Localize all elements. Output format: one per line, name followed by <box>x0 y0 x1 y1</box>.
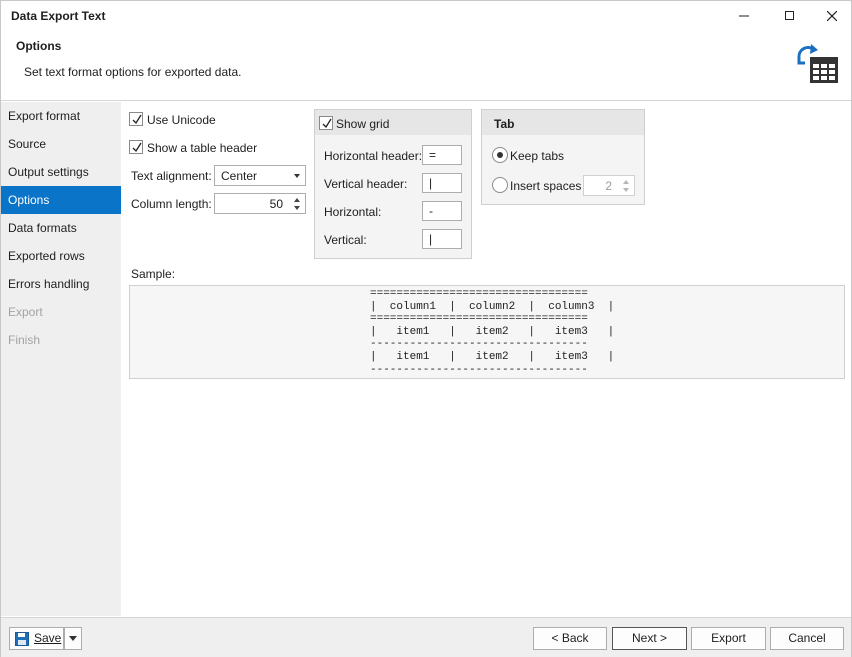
show-grid-checkbox[interactable] <box>319 116 333 130</box>
checkmark-icon <box>132 114 142 125</box>
minimize-icon <box>739 15 749 17</box>
use-unicode-checkbox[interactable] <box>129 112 143 126</box>
insert-spaces-stepper: 2 <box>583 175 635 196</box>
vertical-label: Vertical: <box>324 233 367 247</box>
options-panel: Use Unicode Show a table header Text ali… <box>121 102 851 616</box>
next-button[interactable]: Next > <box>612 627 687 650</box>
text-alignment-label: Text alignment: <box>131 169 212 183</box>
tab-group: Tab Keep tabs Insert spaces 2 <box>481 109 645 205</box>
export-button[interactable]: Export <box>691 627 766 650</box>
sidebar-item-source[interactable]: Source <box>1 130 121 158</box>
window-title: Data Export Text <box>11 9 106 23</box>
show-table-header-checkbox[interactable] <box>129 140 143 154</box>
floppy-disk-icon <box>15 632 29 646</box>
insert-spaces-radio[interactable] <box>492 177 508 193</box>
horizontal-header-label: Horizontal header: <box>324 149 423 163</box>
wizard-footer: Save < Back Next > Export Cancel <box>1 617 851 657</box>
sidebar-item-finish: Finish <box>8 333 41 347</box>
sidebar-item-errors-handling[interactable]: Errors handling <box>1 270 121 298</box>
sidebar-item-export: Export <box>8 305 43 319</box>
vertical-header-input[interactable]: | <box>422 173 462 193</box>
horizontal-label: Horizontal: <box>324 205 382 219</box>
insert-spaces-value: 2 <box>605 179 612 193</box>
title-bar: Data Export Text <box>1 1 851 31</box>
sidebar-item-exported-rows[interactable]: Exported rows <box>1 242 121 270</box>
horizontal-header-input[interactable]: = <box>422 145 462 165</box>
save-dropdown-button[interactable] <box>64 627 82 650</box>
insert-spaces-label: Insert spaces <box>510 179 582 193</box>
vertical-input[interactable]: | <box>422 229 462 249</box>
sample-label: Sample: <box>131 267 176 281</box>
grid-group-header: Show grid <box>315 110 471 135</box>
cancel-button[interactable]: Cancel <box>770 627 844 650</box>
spin-down-icon <box>623 188 629 192</box>
radio-selected-dot <box>497 152 503 158</box>
chevron-down-icon <box>294 174 300 178</box>
page-header: Options Set text format options for expo… <box>1 31 851 101</box>
column-length-stepper[interactable]: 50 <box>214 193 306 214</box>
maximize-button[interactable] <box>767 1 813 31</box>
sample-preview: ================================= | colu… <box>129 285 845 379</box>
spin-up-icon[interactable] <box>294 198 300 202</box>
column-length-value: 50 <box>269 197 283 211</box>
text-alignment-value: Center <box>221 169 258 183</box>
close-button[interactable] <box>809 1 852 31</box>
dialog-window: Data Export Text Options Set text format… <box>0 0 852 657</box>
minimize-button[interactable] <box>721 1 767 31</box>
checkmark-icon <box>132 142 142 153</box>
spin-down-icon[interactable] <box>294 206 300 210</box>
keep-tabs-radio[interactable] <box>492 147 508 163</box>
column-length-label: Column length: <box>131 197 212 211</box>
spin-up-icon <box>623 180 629 184</box>
save-button[interactable]: Save <box>9 627 64 650</box>
keep-tabs-label: Keep tabs <box>510 149 565 163</box>
horizontal-input[interactable]: - <box>422 201 462 221</box>
text-alignment-select[interactable]: Center <box>214 165 306 186</box>
tab-group-header: Tab <box>482 110 644 135</box>
use-unicode-label: Use Unicode <box>147 113 216 127</box>
sample-text: ================================= | colu… <box>370 288 615 376</box>
wizard-sidebar: Export format Source Output settings Opt… <box>1 102 121 616</box>
sidebar-item-export-format[interactable]: Export format <box>1 102 121 130</box>
sidebar-item-data-formats[interactable]: Data formats <box>1 214 121 242</box>
sidebar-item-options[interactable]: Options <box>1 186 121 214</box>
save-label-text: Save <box>34 631 62 645</box>
back-button[interactable]: < Back <box>533 627 607 650</box>
maximize-icon <box>785 11 794 20</box>
save-label: Save <box>34 628 61 649</box>
close-icon <box>827 11 837 21</box>
tab-group-title: Tab <box>494 117 515 131</box>
page-title: Options <box>16 39 62 53</box>
table-export-icon <box>797 44 838 83</box>
show-grid-label: Show grid <box>336 117 390 131</box>
vertical-header-label: Vertical header: <box>324 177 408 191</box>
checkmark-icon <box>322 118 332 129</box>
show-table-header-label: Show a table header <box>147 141 258 155</box>
sidebar-item-output-settings[interactable]: Output settings <box>1 158 121 186</box>
page-description: Set text format options for exported dat… <box>24 65 242 79</box>
chevron-down-icon <box>69 636 77 641</box>
grid-group: Show grid Horizontal header: = Vertical … <box>314 109 472 259</box>
